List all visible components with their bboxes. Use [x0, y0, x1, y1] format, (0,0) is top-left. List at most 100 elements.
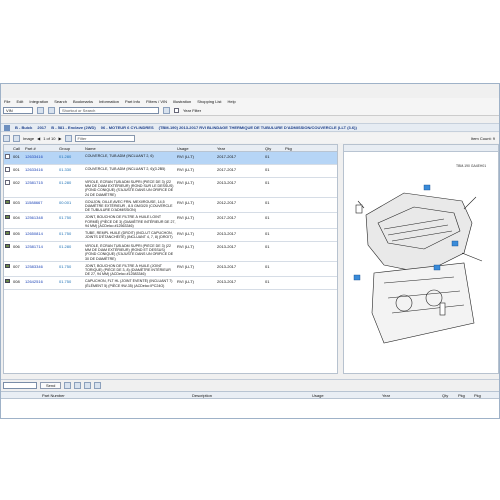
note-icon[interactable] — [5, 199, 10, 204]
import-icon[interactable] — [84, 382, 92, 389]
engine-illustration[interactable] — [344, 153, 498, 373]
row-part-number[interactable]: 12581715 — [24, 180, 58, 185]
row-group[interactable]: 01.750 — [58, 279, 84, 284]
send-button[interactable]: Send — [40, 382, 62, 389]
shopping-header-description[interactable]: Description — [191, 393, 311, 398]
prev-image-icon[interactable]: ◀ — [37, 136, 40, 141]
menu-edit[interactable]: Edit — [16, 99, 23, 104]
menu-file[interactable]: File — [4, 99, 10, 104]
row-checkbox[interactable] — [4, 154, 12, 159]
table-row[interactable]: 005 12650814 01.750 TUBE, REMPL HUILE (DROI… — [4, 229, 337, 243]
breadcrumb-year[interactable]: 2017 — [37, 125, 46, 130]
menu-integration[interactable]: Integration — [29, 99, 48, 104]
shopping-header-part-number[interactable]: Part Number — [41, 393, 191, 398]
row-part-number[interactable]: 12581714 — [24, 244, 58, 249]
menu-filters-vin[interactable]: Filters / VIN — [146, 99, 167, 104]
row-call[interactable]: 003 — [12, 200, 24, 205]
row-group[interactable]: 01.330 — [58, 167, 84, 172]
select-checkbox[interactable] — [5, 180, 10, 185]
breadcrumb-model[interactable]: B - 581 - Enclave (2WD) — [51, 125, 95, 130]
row-checkbox[interactable] — [4, 231, 12, 236]
row-checkbox[interactable] — [4, 167, 12, 172]
header-group[interactable]: Group — [58, 146, 84, 151]
row-checkbox[interactable] — [4, 199, 12, 204]
header-call[interactable]: Call — [12, 146, 24, 151]
row-part-number[interactable]: 12642516 — [24, 279, 58, 284]
select-checkbox[interactable] — [5, 167, 10, 172]
search-input[interactable]: Shortcut or Search — [59, 106, 159, 114]
home-icon[interactable] — [4, 124, 10, 131]
row-call[interactable]: 007 — [12, 264, 24, 269]
row-checkbox[interactable] — [4, 180, 12, 185]
note-icon[interactable] — [5, 231, 10, 236]
shopping-header-pkg[interactable]: Pkg — [457, 393, 473, 398]
shopping-header-qty[interactable]: Qty — [441, 393, 457, 398]
shopping-header-year[interactable]: Year — [381, 393, 441, 398]
table-row[interactable]: 002 12581715 01.280 VIROLE, ÉCRAN TUB ADM S… — [4, 178, 337, 198]
shopping-header-pkg-2[interactable]: Pkg — [473, 393, 489, 398]
table-row[interactable]: 007 12583346 01.750 JOINT, BOUCHON DE FILTR… — [4, 262, 337, 278]
row-part-number[interactable]: 11588667 — [24, 200, 58, 205]
delete-icon[interactable] — [74, 382, 82, 389]
menu-help[interactable]: Help — [227, 99, 235, 104]
menu-illustration[interactable]: Illustration — [173, 99, 191, 104]
row-part-number[interactable]: 12583346 — [24, 264, 58, 269]
header-year[interactable]: Year — [216, 146, 264, 151]
table-row[interactable]: 003 11588667 00.001 GOUJON, DILLE AVEC FRN.… — [4, 198, 337, 214]
export-icon[interactable] — [94, 382, 102, 389]
header-usage[interactable]: Usage — [176, 146, 216, 151]
next-image-icon[interactable]: ▶ — [58, 136, 61, 141]
row-call[interactable]: 005 — [12, 231, 24, 236]
print-icon[interactable] — [3, 134, 10, 142]
row-group[interactable]: 01.750 — [58, 215, 84, 220]
table-row[interactable]: 006 12581714 01.280 VIROLE, ÉCRAN TUB ADM S… — [4, 242, 337, 262]
row-call[interactable]: 002 — [12, 180, 24, 185]
header-part[interactable]: Part # — [24, 146, 58, 151]
row-checkbox[interactable] — [4, 244, 12, 249]
year-filter-checkbox[interactable] — [174, 107, 179, 113]
row-part-number[interactable]: 12650814 — [24, 231, 58, 236]
menu-shopping-list[interactable]: Shopping List — [197, 99, 221, 104]
row-call[interactable]: 001 — [12, 154, 24, 159]
vehicle-icon[interactable] — [48, 106, 55, 114]
row-part-number[interactable]: 12633416 — [24, 167, 58, 172]
note-icon[interactable] — [5, 244, 10, 249]
shopping-header-usage[interactable]: Usage — [311, 393, 381, 398]
row-group[interactable]: 01.280 — [58, 154, 84, 159]
header-qty[interactable]: Qty — [264, 146, 284, 151]
table-row[interactable]: 004 12561348 01.750 JOINT, BOUCHON DE FILTR… — [4, 213, 337, 230]
row-group[interactable]: 01.750 — [58, 264, 84, 269]
table-row[interactable]: 008 12642516 01.750 CAPUCHON, FLT HL (JOINT… — [4, 277, 337, 291]
destination-dropdown[interactable] — [3, 382, 37, 389]
row-checkbox[interactable] — [4, 263, 12, 268]
menu-part-info[interactable]: Part Info — [125, 99, 140, 104]
note-icon[interactable] — [5, 279, 10, 284]
header-name[interactable]: Name — [84, 146, 176, 151]
header-pkg[interactable]: Pkg — [284, 146, 304, 151]
row-call[interactable]: 004 — [12, 215, 24, 220]
select-checkbox[interactable] — [5, 154, 10, 159]
note-icon[interactable] — [5, 263, 10, 268]
row-part-number[interactable]: 12633416 — [24, 154, 58, 159]
search-icon[interactable] — [163, 106, 170, 114]
note-icon[interactable] — [5, 215, 10, 220]
row-call[interactable]: 001 — [12, 167, 24, 172]
filter-input[interactable]: Filter — [74, 134, 135, 142]
menu-search[interactable]: Search — [54, 99, 67, 104]
row-group[interactable]: 01.280 — [58, 244, 84, 249]
breadcrumb-group[interactable]: 06 - MOTEUR 6 CYLINDRES — [101, 125, 154, 130]
row-call[interactable]: 008 — [12, 279, 24, 284]
breadcrumb-illustration[interactable]: (TBM-190) 2013-2017 RVI BLINDAGE THERMIQ… — [159, 125, 357, 130]
go-icon[interactable] — [37, 106, 44, 114]
menu-bookmarks[interactable]: Bookmarks — [73, 99, 93, 104]
vin-dropdown[interactable]: VIN — [3, 106, 33, 114]
table-row[interactable]: 001 12633416 01.280 COUVERCLE, TUB ADM (INC… — [4, 152, 337, 165]
row-checkbox[interactable] — [4, 215, 12, 220]
zoom-icon[interactable] — [13, 134, 20, 142]
menu-information[interactable]: Information — [99, 99, 119, 104]
table-row[interactable]: 001 12633416 01.330 COUVERCLE, TUB ADM (INC… — [4, 165, 337, 178]
row-part-number[interactable]: 12561348 — [24, 215, 58, 220]
add-icon[interactable] — [64, 382, 72, 389]
row-call[interactable]: 006 — [12, 244, 24, 249]
row-group[interactable]: 01.280 — [58, 180, 84, 185]
